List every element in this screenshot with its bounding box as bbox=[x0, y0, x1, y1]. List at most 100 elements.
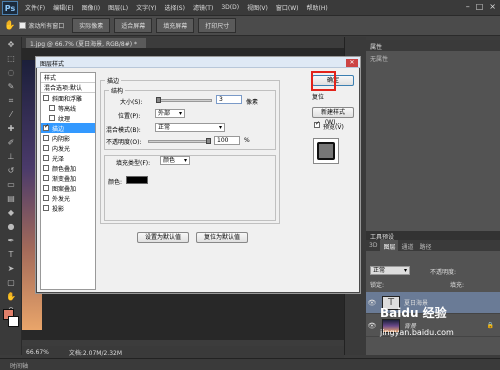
marquee-tool-icon[interactable]: ⬚ bbox=[3, 53, 19, 65]
lock-icon: 🔒 bbox=[486, 322, 494, 329]
style-item-stroke[interactable]: 描边 bbox=[41, 123, 95, 133]
fill-type-select[interactable]: 颜色 bbox=[160, 156, 190, 165]
move-tool-icon[interactable]: ✥ bbox=[3, 39, 19, 51]
size-unit: 像素 bbox=[246, 99, 259, 106]
minimize-icon[interactable]: – bbox=[466, 2, 470, 11]
color-label: 颜色: bbox=[108, 179, 123, 186]
eye-icon[interactable]: 👁 bbox=[366, 322, 378, 330]
checkbox[interactable] bbox=[43, 165, 49, 171]
maximize-icon[interactable]: □ bbox=[476, 2, 484, 11]
pen-tool-icon[interactable]: ✒ bbox=[3, 235, 19, 247]
style-item-pattern-overlay[interactable]: 图案叠加 bbox=[41, 183, 95, 193]
path-select-tool-icon[interactable]: ➤ bbox=[3, 263, 19, 275]
lasso-tool-icon[interactable]: ◌ bbox=[3, 67, 19, 79]
blend-mode-select[interactable]: 正常 bbox=[155, 123, 225, 132]
layer-opacity-label: 不透明度: bbox=[430, 269, 457, 276]
menu-edit[interactable]: 编辑(E) bbox=[49, 3, 77, 12]
checkbox[interactable] bbox=[49, 115, 55, 121]
style-item-gradient-overlay[interactable]: 渐变叠加 bbox=[41, 173, 95, 183]
hand-tool-icon[interactable]: ✋ bbox=[3, 291, 19, 303]
checkbox[interactable] bbox=[43, 145, 49, 151]
tab-paths[interactable]: 路径 bbox=[416, 240, 434, 251]
tab-layers[interactable]: 图层 bbox=[380, 240, 399, 251]
brush-tool-icon[interactable]: ✐ bbox=[3, 137, 19, 149]
menu-layer[interactable]: 图层(L) bbox=[104, 3, 132, 12]
type-tool-icon[interactable]: T bbox=[3, 249, 19, 261]
eraser-tool-icon[interactable]: ▭ bbox=[3, 179, 19, 191]
timeline-tab[interactable]: 时间轴 bbox=[0, 358, 500, 370]
menu-window[interactable]: 窗口(W) bbox=[272, 3, 303, 12]
checkbox-checked[interactable] bbox=[43, 123, 49, 131]
gradient-tool-icon[interactable]: ▤ bbox=[3, 193, 19, 205]
properties-panel-title[interactable]: 属性 bbox=[366, 40, 500, 51]
dodge-tool-icon[interactable]: ● bbox=[3, 221, 19, 233]
menu-file[interactable]: 文件(F) bbox=[21, 3, 49, 12]
healing-tool-icon[interactable]: ✚ bbox=[3, 123, 19, 135]
style-item-outer-glow[interactable]: 外发光 bbox=[41, 193, 95, 203]
style-item-contour[interactable]: 等高线 bbox=[41, 103, 95, 113]
fill-type-label: 填充类型(F): bbox=[116, 160, 151, 167]
menu-select[interactable]: 选择(S) bbox=[160, 3, 189, 12]
menu-3d[interactable]: 3D(D) bbox=[217, 4, 243, 11]
checkbox[interactable] bbox=[43, 195, 49, 201]
checkbox[interactable] bbox=[49, 105, 55, 111]
stroke-color-swatch[interactable] bbox=[126, 176, 148, 184]
layer-blend-mode-select[interactable]: 正常 bbox=[370, 266, 410, 275]
blur-tool-icon[interactable]: ◆ bbox=[3, 207, 19, 219]
style-item-inner-shadow[interactable]: 内阴影 bbox=[41, 133, 95, 143]
size-label: 大小(S): bbox=[120, 99, 143, 106]
reset-button[interactable]: 复位 bbox=[312, 93, 354, 104]
preview-checkbox[interactable] bbox=[314, 120, 320, 128]
styles-header[interactable]: 样式 bbox=[41, 73, 95, 83]
style-item-drop-shadow[interactable]: 投影 bbox=[41, 203, 95, 213]
checkbox[interactable] bbox=[43, 155, 49, 161]
actual-pixels-button[interactable]: 实际像素 bbox=[72, 18, 111, 33]
reset-default-button[interactable]: 复位为默认值 bbox=[196, 232, 248, 243]
fill-screen-button[interactable]: 填充屏幕 bbox=[156, 18, 195, 33]
style-item-bevel[interactable]: 斜面和浮雕 bbox=[41, 93, 95, 103]
dialog-close-icon[interactable]: ✕ bbox=[346, 59, 358, 67]
checkbox[interactable] bbox=[43, 185, 49, 191]
tool-presets-title[interactable]: 工具预设 bbox=[366, 231, 500, 241]
history-brush-icon[interactable]: ↺ bbox=[3, 165, 19, 177]
background-color-swatch[interactable] bbox=[8, 316, 19, 327]
set-default-button[interactable]: 设置为默认值 bbox=[137, 232, 189, 243]
style-item-satin[interactable]: 光泽 bbox=[41, 153, 95, 163]
stamp-tool-icon[interactable]: ⊥ bbox=[3, 151, 19, 163]
scroll-all-windows-checkbox[interactable] bbox=[19, 22, 27, 29]
print-size-button[interactable]: 打印尺寸 bbox=[198, 18, 237, 33]
menu-help[interactable]: 帮助(H) bbox=[303, 3, 332, 12]
fit-screen-button[interactable]: 适合屏幕 bbox=[114, 18, 153, 33]
style-item-inner-glow[interactable]: 内发光 bbox=[41, 143, 95, 153]
size-slider[interactable] bbox=[156, 99, 212, 102]
size-input[interactable]: 3 bbox=[216, 95, 242, 104]
shape-tool-icon[interactable]: ▢ bbox=[3, 277, 19, 289]
style-item-texture[interactable]: 纹理 bbox=[41, 113, 95, 123]
quick-select-tool-icon[interactable]: ✎ bbox=[3, 81, 19, 93]
tab-channels[interactable]: 通道 bbox=[398, 240, 416, 251]
size-slider-thumb[interactable] bbox=[156, 97, 161, 103]
close-icon[interactable]: × bbox=[489, 2, 496, 11]
checkbox[interactable] bbox=[43, 95, 49, 101]
menu-view[interactable]: 视图(V) bbox=[243, 3, 272, 12]
opacity-slider[interactable] bbox=[148, 140, 210, 143]
window-controls: – □ × bbox=[466, 2, 496, 11]
blend-options-item[interactable]: 混合选项:默认 bbox=[41, 83, 95, 93]
menu-image[interactable]: 图像(I) bbox=[78, 3, 104, 12]
checkbox[interactable] bbox=[43, 175, 49, 181]
new-style-button[interactable]: 新建样式(W)... bbox=[312, 107, 354, 126]
opacity-input[interactable]: 100 bbox=[214, 136, 240, 145]
menu-type[interactable]: 文字(Y) bbox=[132, 3, 160, 12]
eyedropper-tool-icon[interactable]: ⁄ bbox=[3, 109, 19, 121]
position-select[interactable]: 外部 bbox=[155, 109, 185, 118]
zoom-level: 66.67% bbox=[26, 348, 49, 356]
style-item-color-overlay[interactable]: 颜色叠加 bbox=[41, 163, 95, 173]
eye-icon[interactable]: 👁 bbox=[366, 299, 378, 307]
crop-tool-icon[interactable]: ⌗ bbox=[3, 95, 19, 107]
opacity-slider-thumb[interactable] bbox=[206, 138, 211, 144]
menu-filter[interactable]: 滤镜(T) bbox=[189, 3, 217, 12]
document-tab[interactable]: 1.jpg @ 66.7% (夏日海景, RGB/8#) * bbox=[26, 38, 146, 48]
tab-3d[interactable]: 3D bbox=[366, 240, 380, 251]
checkbox[interactable] bbox=[43, 205, 49, 211]
checkbox[interactable] bbox=[43, 135, 49, 141]
